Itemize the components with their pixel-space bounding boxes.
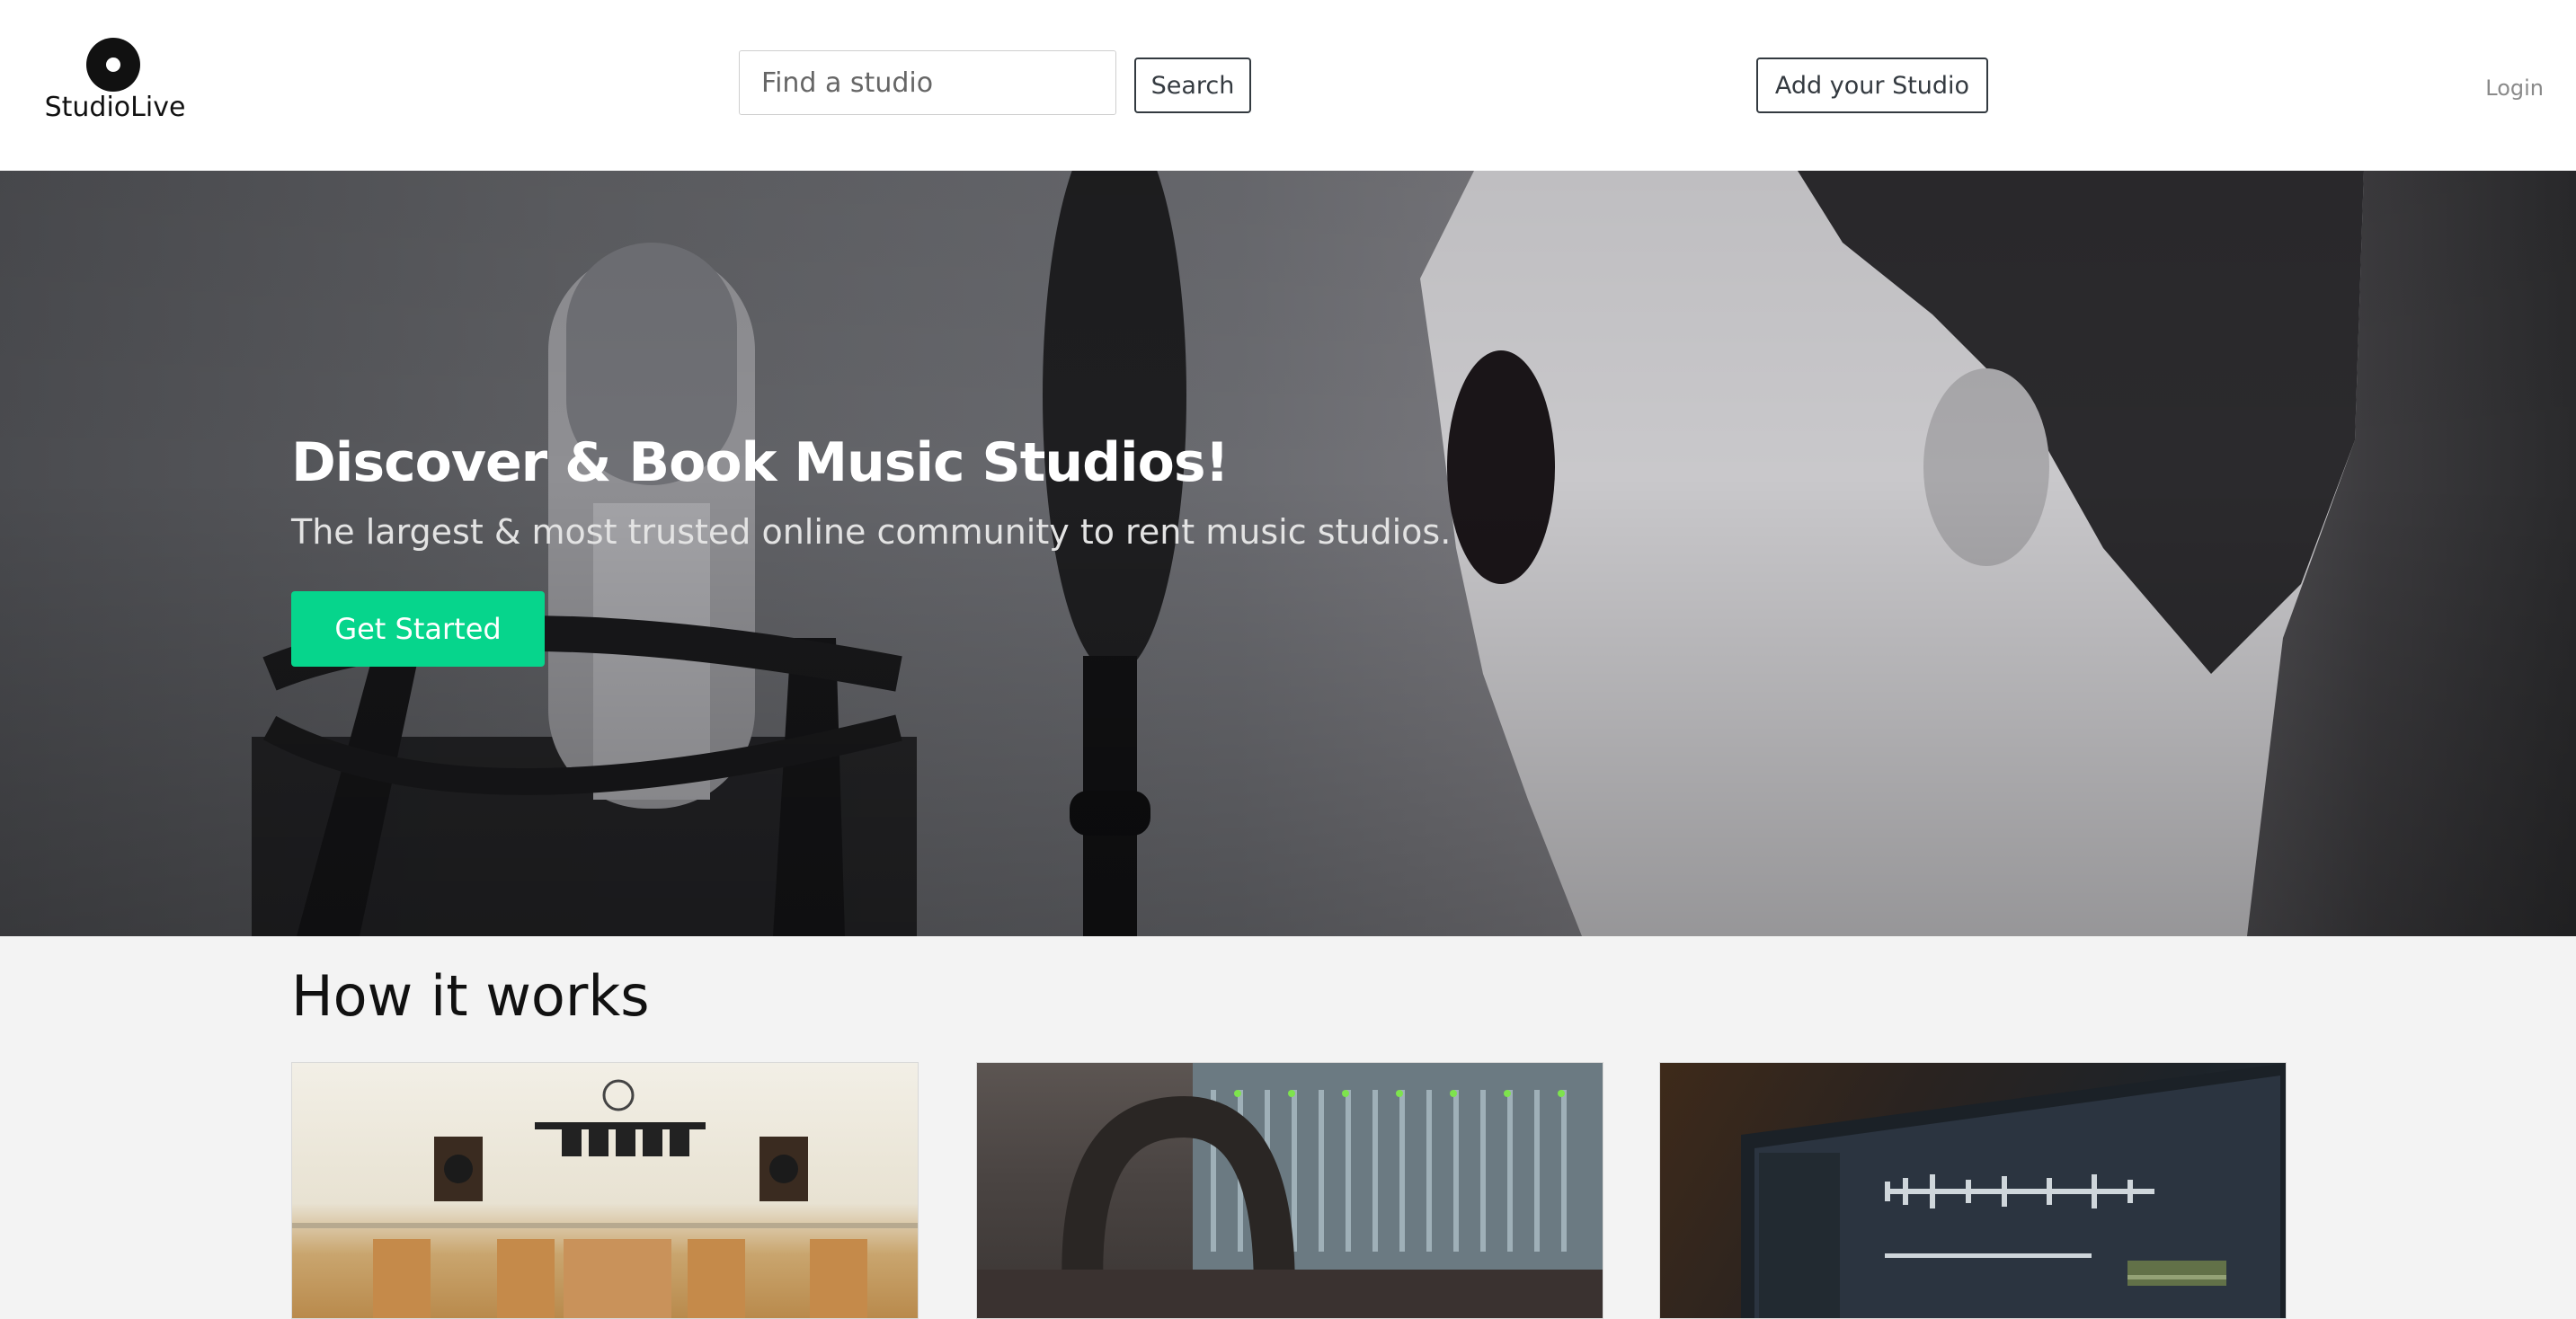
search-input[interactable] — [739, 50, 1116, 115]
studio-room-photo — [292, 1079, 918, 1318]
vinyl-record-hole — [106, 58, 120, 72]
hero-banner: Discover & Book Music Studios! The large… — [0, 171, 2576, 936]
brand-name: StudioLive — [44, 92, 186, 123]
brand-logo[interactable]: StudioLive — [43, 38, 187, 128]
hero-title: Discover & Book Music Studios! — [291, 431, 1230, 494]
hero-overlay — [0, 171, 2576, 936]
section-title: How it works — [291, 963, 650, 1029]
hero-subtitle: The largest & most trusted online commun… — [291, 512, 1452, 552]
top-navbar: StudioLive Search Add your Studio Login — [0, 0, 2576, 171]
login-link[interactable]: Login — [2463, 75, 2544, 101]
how-it-works-card-studio-room[interactable] — [291, 1062, 919, 1319]
search-button[interactable]: Search — [1134, 58, 1251, 113]
how-it-works-card-laptop-daw[interactable] — [1659, 1062, 2287, 1319]
laptop-daw-photo — [1741, 1063, 2286, 1318]
how-it-works-card-headphones[interactable] — [976, 1062, 1603, 1319]
add-your-studio-button[interactable]: Add your Studio — [1756, 58, 1988, 113]
vinyl-record-icon — [86, 38, 140, 92]
get-started-button[interactable]: Get Started — [291, 591, 545, 667]
headphones-photo — [977, 1063, 1603, 1318]
